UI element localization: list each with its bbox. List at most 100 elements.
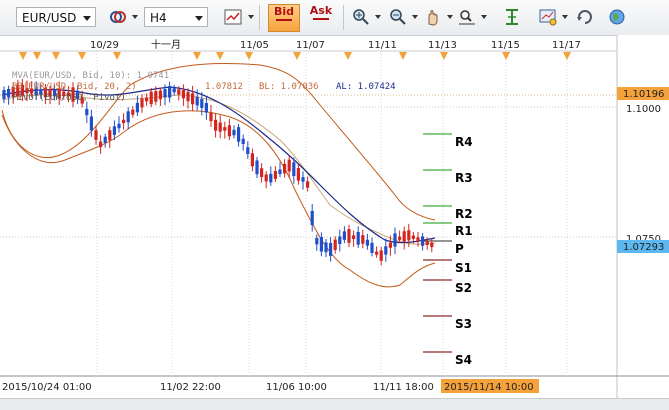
refresh-button[interactable] bbox=[573, 5, 597, 29]
zoom-in-button[interactable] bbox=[349, 5, 373, 29]
event-marker bbox=[52, 52, 60, 60]
candle-body bbox=[214, 119, 218, 131]
candle-body bbox=[149, 91, 153, 105]
candle-body bbox=[416, 237, 420, 242]
candle-body bbox=[232, 129, 236, 136]
candle-body bbox=[269, 173, 273, 183]
candle-body bbox=[342, 231, 346, 240]
price-axis-label: 1.1000 bbox=[626, 104, 661, 115]
candle-body bbox=[393, 233, 397, 247]
candle-body bbox=[278, 169, 282, 175]
bottom-time-axis: 2015/10/24 01:00 11/02 22:00 11/06 10:00… bbox=[2, 382, 434, 393]
cursor-time-value: 2015/11/14 10:00 bbox=[444, 382, 534, 393]
candle-body bbox=[283, 163, 287, 174]
ask-button[interactable]: Ask bbox=[305, 4, 337, 32]
dropdown-icon bbox=[481, 15, 487, 19]
event-marker bbox=[78, 52, 86, 60]
current-price-value: 1.07293 bbox=[623, 242, 664, 253]
candle-body bbox=[356, 231, 360, 245]
toolbar-separator bbox=[259, 5, 260, 30]
indicators-button[interactable] bbox=[500, 5, 524, 29]
candle-body bbox=[319, 236, 323, 252]
price-chart[interactable]: R4 R3 R2 R1 P S1 S2 S3 S4 10/29 十一月 11/05 11/07 … bbox=[0, 35, 669, 398]
candle-body bbox=[421, 236, 425, 246]
high-price-value: 1.10196 bbox=[623, 89, 664, 100]
candle-body bbox=[117, 123, 121, 129]
chevron-down-icon bbox=[195, 16, 203, 21]
pivot-legend: PIVOT(EUR/USD, Pivot) bbox=[12, 93, 126, 103]
chart-window: EUR/USD H4 Bid Ask R4 R3 R2 R1 P S1 S2 S… bbox=[0, 0, 669, 410]
candle-body bbox=[112, 126, 116, 135]
zoom-in-icon bbox=[353, 9, 369, 25]
candle-body bbox=[402, 231, 406, 242]
top-axis-label: 11/11 bbox=[368, 40, 397, 51]
pivot-label: R3 bbox=[455, 171, 473, 185]
candle-body bbox=[181, 90, 185, 99]
event-marker bbox=[293, 52, 301, 60]
pivot-label: S1 bbox=[455, 261, 472, 275]
candle-body bbox=[200, 98, 204, 108]
zoom-out-button[interactable] bbox=[386, 5, 410, 29]
candle-body bbox=[250, 153, 254, 167]
candle-body bbox=[103, 136, 107, 143]
candle-body bbox=[361, 235, 365, 244]
candle-body bbox=[407, 230, 411, 241]
horizontal-scrollbar[interactable] bbox=[0, 398, 669, 410]
event-marker bbox=[344, 52, 352, 60]
globe-icon bbox=[609, 9, 625, 25]
candle-body bbox=[135, 102, 139, 113]
event-marker bbox=[399, 52, 407, 60]
bid-underline bbox=[276, 19, 292, 21]
candle-body bbox=[329, 242, 333, 256]
event-marker bbox=[245, 52, 253, 60]
chart-type-icon bbox=[224, 9, 242, 25]
candle-body bbox=[246, 147, 250, 154]
bid-label: Bid bbox=[273, 5, 295, 18]
top-axis-label: 十一月 bbox=[151, 38, 181, 51]
instrument-button[interactable] bbox=[106, 5, 130, 29]
chart-settings-button[interactable] bbox=[536, 5, 560, 29]
moving-average-slow bbox=[1, 94, 436, 245]
candle-body bbox=[430, 242, 434, 248]
candle-body bbox=[388, 242, 392, 248]
candle-body bbox=[425, 241, 429, 245]
bottom-axis-label: 11/06 10:00 bbox=[266, 382, 327, 393]
pivot-label: R4 bbox=[455, 135, 473, 149]
candle-body bbox=[209, 112, 213, 122]
symbol-select[interactable]: EUR/USD bbox=[16, 7, 96, 27]
candle-body bbox=[186, 91, 190, 102]
dropdown-icon bbox=[375, 15, 381, 19]
top-axis-label: 11/17 bbox=[552, 40, 581, 51]
timeframe-select[interactable]: H4 bbox=[144, 7, 208, 27]
pivot-label: R2 bbox=[455, 207, 473, 221]
dropdown-icon bbox=[248, 15, 254, 19]
candle-body bbox=[260, 168, 264, 178]
bottom-axis-label: 11/11 18:00 bbox=[373, 382, 434, 393]
event-marker bbox=[440, 52, 448, 60]
pivot-label: S3 bbox=[455, 317, 472, 331]
candle-body bbox=[375, 251, 379, 255]
bottom-axis-label: 11/02 22:00 bbox=[160, 382, 221, 393]
dropdown-icon bbox=[132, 15, 138, 19]
candle-body bbox=[292, 162, 296, 177]
event-marker bbox=[193, 52, 201, 60]
candle-body bbox=[163, 89, 167, 98]
globe-button[interactable] bbox=[605, 5, 629, 29]
chart-type-button[interactable] bbox=[221, 5, 245, 29]
candle-body bbox=[126, 111, 130, 123]
candle-body bbox=[255, 160, 259, 175]
zoom-area-button[interactable] bbox=[455, 5, 479, 29]
candle-body bbox=[158, 90, 162, 100]
event-marker bbox=[19, 52, 27, 60]
bollinger-lower bbox=[1, 110, 436, 288]
candle-body bbox=[108, 130, 112, 141]
pivot-levels: R4 R3 R2 R1 P S1 S2 S3 S4 bbox=[423, 133, 473, 367]
toolbar: EUR/USD H4 Bid Ask bbox=[0, 0, 669, 36]
candle-body bbox=[195, 96, 199, 106]
candle-body bbox=[365, 239, 369, 246]
timeframe-value: H4 bbox=[150, 11, 167, 25]
candle-body bbox=[99, 141, 103, 148]
pan-button[interactable] bbox=[421, 5, 445, 29]
bid-button[interactable]: Bid bbox=[268, 4, 300, 32]
event-markers bbox=[19, 52, 571, 60]
